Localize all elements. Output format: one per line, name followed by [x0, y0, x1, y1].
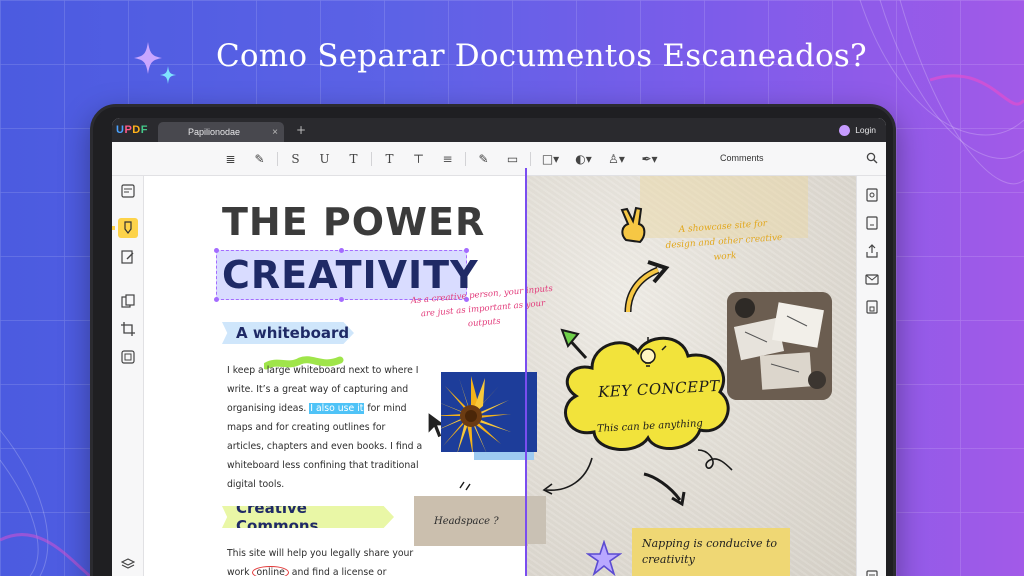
highlighter-icon: [124, 221, 132, 234]
toolbar-separator: [465, 151, 466, 166]
selection-handle[interactable]: [339, 297, 344, 302]
red-circle-annotation: online: [252, 566, 289, 576]
ocr-icon[interactable]: [865, 188, 879, 202]
toolbar-separator: [277, 151, 278, 166]
note-tool-button[interactable]: ≣: [216, 152, 245, 166]
dash-marks-icon: [459, 481, 471, 491]
section2-body: This site will help you legally share yo…: [227, 544, 427, 576]
section1-body: I keep a large whiteboard next to where …: [227, 365, 423, 490]
toolbar-tools: ≣ ✎ S U T T ⊤ ≡ ✎ ▭ □▾ ◐▾ ♙▾ ✒▾: [216, 151, 666, 166]
layers-icon[interactable]: [121, 558, 135, 572]
comments-panel-title: Comments: [720, 153, 764, 163]
arrow-up-right-icon: [624, 260, 670, 313]
eraser-tool-button[interactable]: ▭: [498, 152, 527, 166]
signature-tool-button[interactable]: ✒▾: [633, 152, 666, 166]
toolbar-separator: [371, 151, 372, 166]
page-headline: Como Separar Documentos Escaneados?: [216, 38, 867, 74]
shape-tool-button[interactable]: □▾: [534, 152, 567, 166]
underline-tool-button[interactable]: U: [310, 152, 339, 166]
crop-icon[interactable]: [121, 322, 135, 336]
pen-tool-button[interactable]: ✎: [469, 152, 498, 166]
thumbnails-icon[interactable]: [121, 184, 135, 198]
selection-handle[interactable]: [214, 297, 219, 302]
comment-mode-button[interactable]: [118, 218, 138, 238]
form-icon[interactable]: [121, 350, 135, 364]
star-doodle-icon: [586, 540, 622, 576]
doc-title-line2: CREATIVITY: [222, 253, 479, 297]
close-icon[interactable]: ×: [272, 127, 278, 138]
section-heading-whiteboard: A whiteboard: [222, 322, 354, 344]
right-sidebar: [856, 176, 886, 576]
avatar: [839, 124, 851, 136]
sticky-note: Napping is conducive to creativity: [632, 528, 790, 576]
document-properties-icon[interactable]: [865, 570, 879, 576]
strikethrough-tool-button[interactable]: S: [281, 152, 310, 166]
toolbar-separator: [530, 151, 531, 166]
sunflower-photo: [441, 372, 537, 452]
save-icon[interactable]: [865, 300, 879, 314]
swirl-arrow-icon: [697, 449, 733, 471]
yellow-handwritten-note: A showcase site for design and other cre…: [665, 218, 783, 263]
left-sidebar: [112, 176, 144, 576]
peace-hand-icon: [620, 206, 646, 244]
sparkle-icon: [134, 42, 176, 84]
search-icon[interactable]: [866, 152, 878, 164]
curve-arrow-left-icon: [542, 457, 593, 495]
compare-divider[interactable]: [525, 168, 527, 576]
callout-tool-button[interactable]: ≡: [433, 152, 462, 166]
share-icon[interactable]: [865, 244, 879, 258]
section-heading-creative-commons: Creative Commons: [222, 506, 394, 528]
login-label: Login: [855, 125, 876, 135]
edit-icon[interactable]: [121, 250, 135, 264]
tab-bar: UPDF Papilionodae × + Login: [112, 118, 886, 142]
textbox-tool-button[interactable]: ⊤: [404, 152, 433, 166]
color-tool-button[interactable]: ◐▾: [567, 152, 600, 166]
blue-highlight: I also use it: [309, 403, 365, 414]
annotation-toolbar: ≣ ✎ S U T T ⊤ ≡ ✎ ▭ □▾ ◐▾ ♙▾ ✒▾ Comments: [112, 142, 886, 176]
text-tool-button[interactable]: T: [375, 152, 404, 166]
login-button[interactable]: Login: [839, 124, 876, 136]
headspace-tag: Headspace ?: [414, 496, 528, 546]
stamp-tool-button[interactable]: ♙▾: [600, 152, 633, 166]
convert-icon[interactable]: [865, 216, 879, 230]
selection-handle[interactable]: [214, 248, 219, 253]
curve-arrow-down-icon: [643, 472, 686, 507]
pencil-tool-button[interactable]: ✎: [245, 152, 274, 166]
mail-icon[interactable]: [865, 272, 879, 286]
tab-title: Papilionodae: [188, 127, 241, 137]
app-logo: UPDF: [116, 124, 148, 136]
organize-pages-icon[interactable]: [121, 294, 135, 308]
add-tab-button[interactable]: +: [296, 123, 306, 137]
tab-document[interactable]: Papilionodae ×: [158, 122, 284, 142]
squiggly-tool-button[interactable]: T: [339, 152, 368, 166]
